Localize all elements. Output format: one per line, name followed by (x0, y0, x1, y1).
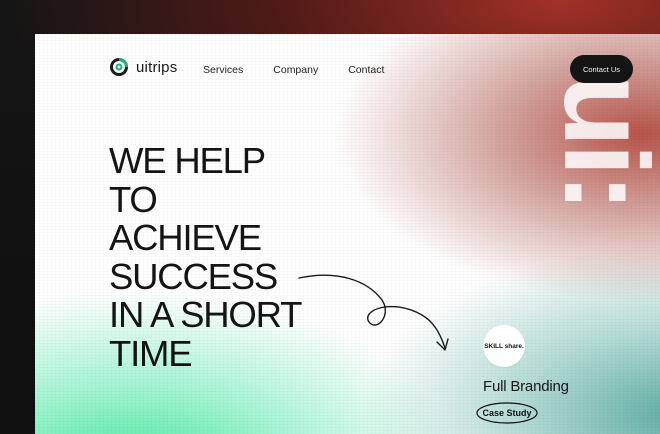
nav-link-services[interactable]: Services (203, 64, 243, 76)
skillshare-logo-text: SKILL share. (484, 342, 524, 350)
curved-arrow-icon (298, 274, 449, 351)
brand-logo[interactable]: uitrips (109, 57, 177, 77)
feature-title: Full Branding (483, 378, 569, 395)
nav-link-company[interactable]: Company (273, 64, 318, 76)
hero-line: TO (109, 178, 158, 220)
top-nav: uitrips Services Company Contact Contact… (35, 34, 660, 106)
nav-links: Services Company Contact (203, 64, 384, 76)
nav-link-contact[interactable]: Contact (348, 64, 384, 76)
case-study-link[interactable]: Case Study (475, 401, 539, 425)
case-study-label: Case Study (482, 408, 532, 418)
landing-page: ui: uitrips Services Company Contact Con… (35, 34, 660, 434)
ring-logo-icon (110, 58, 128, 76)
contact-us-button[interactable]: Contact Us (570, 55, 633, 83)
hero-line: ACHIEVE (109, 217, 262, 258)
skillshare-logo: SKILL share. (483, 325, 525, 367)
hero-line: WE HELP (109, 140, 266, 181)
brand-name: uitrips (136, 58, 178, 76)
